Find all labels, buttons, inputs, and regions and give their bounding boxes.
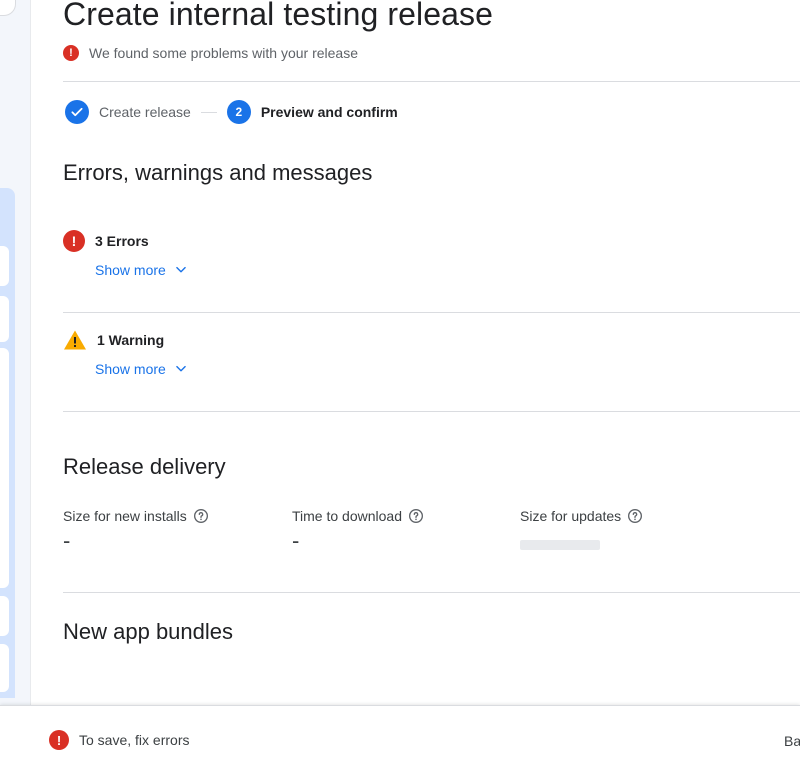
warnings-show-more-button[interactable]: Show more [95,361,188,377]
errors-count-label: 3 Errors [95,233,149,249]
step-number-badge: 2 [226,100,251,124]
rail-tab[interactable] [0,644,9,692]
footer-error-message: ! To save, fix errors [49,730,189,750]
divider [63,312,800,313]
loading-placeholder [520,540,600,550]
release-delivery-title: Release delivery [63,454,226,479]
rail-panel [0,188,15,698]
divider [63,592,800,593]
warning-icon [64,330,86,350]
errors-row: ! 3 Errors [63,230,149,252]
help-icon[interactable] [408,508,424,524]
footer-message-text: To save, fix errors [79,732,190,748]
error-icon: ! [63,230,85,252]
divider [63,411,800,412]
step-preview-confirm: Preview and confirm [260,104,398,120]
rail-top-curve [0,0,16,16]
metric-time-to-download: Time to download - [292,508,424,552]
errors-show-more-button[interactable]: Show more [95,262,188,278]
rail-tab[interactable] [0,348,9,588]
warnings-count-label: 1 Warning [97,332,165,348]
chevron-down-icon [176,365,186,372]
divider [63,81,800,82]
issues-section-title: Errors, warnings and messages [63,160,373,185]
left-nav-rail [0,0,31,710]
stepper: Create release 2 Preview and confirm [65,100,398,124]
metric-label: Size for updates [520,508,622,524]
metric-label: Size for new installs [63,508,187,524]
metric-label: Time to download [292,508,402,524]
error-icon: ! [49,730,69,750]
metric-size-for-updates: Size for updates [520,508,643,550]
problem-text: We found some problems with your release [89,45,358,61]
metric-value: - [63,528,71,553]
show-more-label: Show more [95,262,166,278]
problem-notice: ! We found some problems with your relea… [63,45,358,61]
metric-size-new-installs: Size for new installs - [63,508,209,552]
check-icon[interactable] [65,100,89,124]
back-button[interactable]: Ba [784,733,800,749]
metric-value: - [292,528,300,553]
page-title: Create internal testing release [63,0,494,32]
error-icon: ! [63,45,79,61]
chevron-down-icon [176,266,186,273]
rail-tab[interactable] [0,296,9,342]
help-icon[interactable] [627,508,643,524]
show-more-label: Show more [95,361,166,377]
step-create-release[interactable]: Create release [99,104,191,120]
rail-tab[interactable] [0,596,9,636]
rail-tab[interactable] [0,246,9,286]
step-connector [200,111,217,113]
footer-bar: ! To save, fix errors Ba [0,705,800,772]
new-app-bundles-title: New app bundles [63,619,234,644]
warnings-row: 1 Warning [63,329,164,351]
help-icon[interactable] [193,508,209,524]
